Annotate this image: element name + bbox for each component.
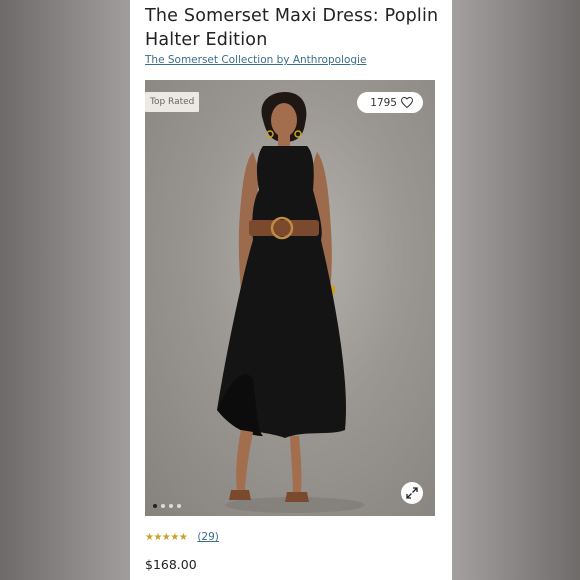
like-button[interactable]: 1795 (357, 92, 423, 113)
heart-icon (401, 97, 413, 108)
gallery-dot-1[interactable] (153, 504, 157, 508)
review-count-link[interactable]: (29) (197, 531, 219, 543)
product-title: The Somerset Maxi Dress: Poplin Halter E… (145, 6, 439, 50)
background-left (0, 0, 130, 580)
top-rated-badge: Top Rated (145, 92, 200, 112)
model-photo (217, 92, 365, 513)
expand-image-button[interactable] (401, 482, 423, 504)
star-rating: ★★★★★ (145, 531, 188, 543)
gallery-dot-4[interactable] (177, 504, 181, 508)
gallery-dot-3[interactable] (169, 504, 173, 508)
gallery-pagination (153, 504, 181, 508)
product-price: $168.00 (145, 557, 197, 572)
collection-link[interactable]: The Somerset Collection by Anthropologie (145, 54, 366, 66)
background-right (452, 0, 580, 580)
gallery-dot-2[interactable] (161, 504, 165, 508)
expand-icon (406, 487, 418, 499)
rating-row: ★★★★★ (29) (145, 531, 219, 543)
like-count: 1795 (370, 96, 397, 109)
product-card: The Somerset Maxi Dress: Poplin Halter E… (130, 0, 452, 580)
product-image[interactable]: Top Rated 1795 (145, 80, 435, 516)
